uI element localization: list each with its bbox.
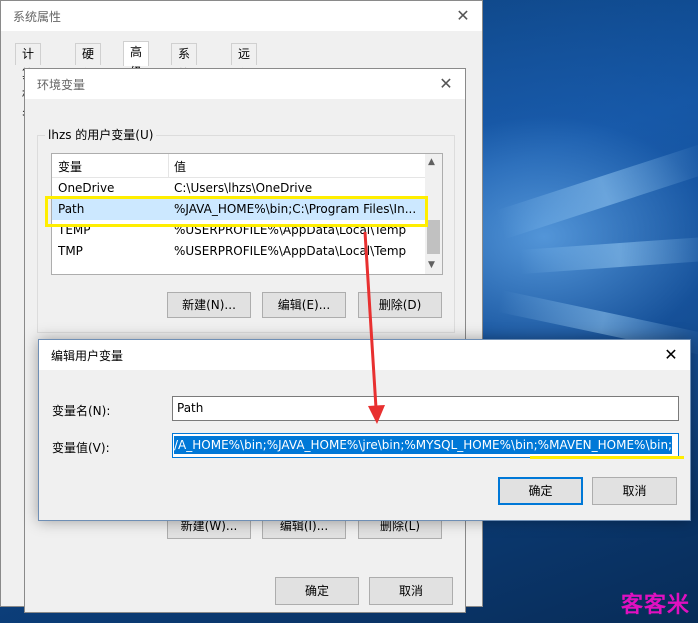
red-arrow-line xyxy=(363,231,378,409)
red-arrow-head xyxy=(368,405,385,424)
annotation-arrow-layer xyxy=(363,231,385,424)
watermark-text: 客客米 xyxy=(620,593,690,618)
